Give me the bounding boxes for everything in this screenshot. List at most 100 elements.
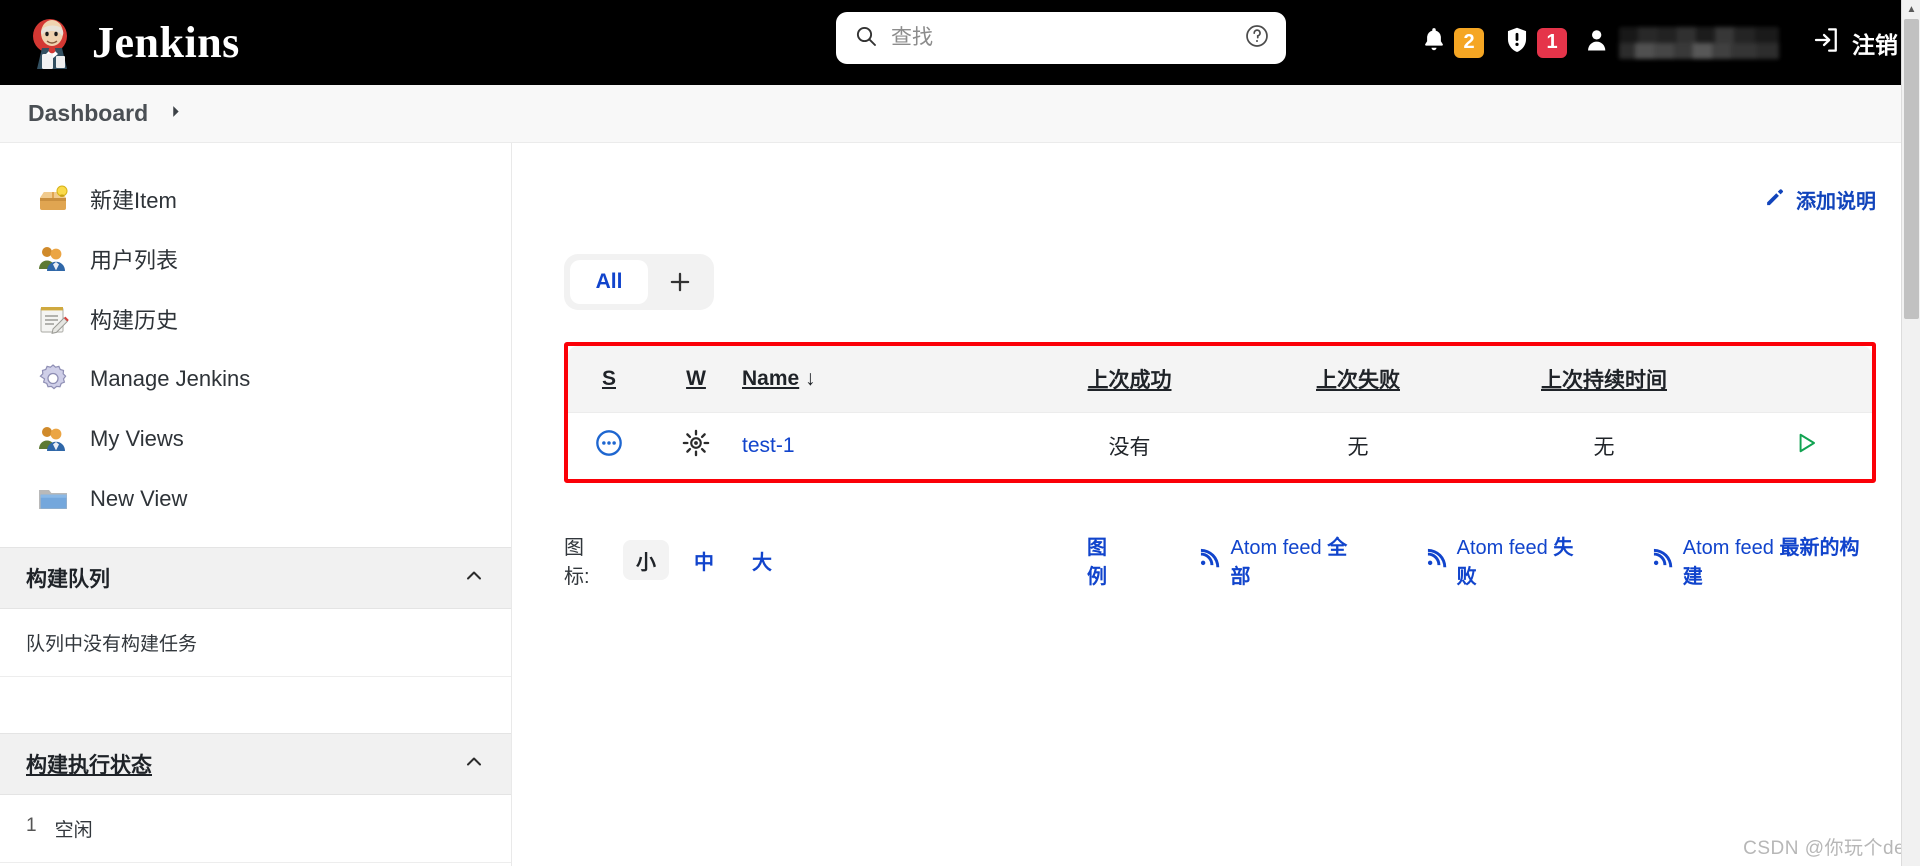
jobs-table: S W Name ↓ 上次成功 上次失败 上次持续时间 test-1 没有 无 …: [568, 346, 1872, 479]
user-avatar-icon: [1585, 26, 1613, 59]
weather-sunny-icon[interactable]: [682, 429, 710, 462]
table-header-row: S W Name ↓ 上次成功 上次失败 上次持续时间: [568, 346, 1872, 413]
job-name-link[interactable]: test-1: [742, 434, 795, 457]
notifications-button[interactable]: 2: [1411, 20, 1494, 65]
cell-last-duration: 无: [1593, 436, 1615, 459]
atom-feed-latest[interactable]: Atom feed 最新的构建: [1651, 531, 1876, 589]
sidebar-item-build-history[interactable]: 构建历史: [0, 289, 511, 349]
page-scrollbar[interactable]: ▲: [1901, 0, 1920, 866]
help-circle-icon[interactable]: [1244, 23, 1270, 54]
executor-status: 空闲: [54, 820, 93, 841]
build-executor-list: 1 空闲: [0, 795, 511, 863]
notifications-badge: 2: [1454, 27, 1484, 58]
col-last-success[interactable]: 上次成功: [1012, 346, 1247, 413]
add-description-label: 添加说明: [1796, 191, 1876, 213]
icon-size-small[interactable]: 小: [622, 540, 669, 580]
sidebar-item-label: New View: [90, 486, 188, 511]
chevron-right-icon[interactable]: [170, 105, 183, 122]
col-name-label[interactable]: Name: [742, 367, 799, 390]
rss-icon: [1651, 546, 1673, 574]
col-weather[interactable]: W: [650, 346, 742, 413]
sidebar-item-user-list[interactable]: 用户列表: [0, 229, 511, 289]
brand-title: Jenkins: [92, 17, 240, 67]
user-menu-button[interactable]: [1577, 26, 1787, 59]
sidebar-item-my-views[interactable]: My Views: [0, 409, 511, 469]
col-name[interactable]: Name ↓: [742, 346, 1012, 413]
pending-status-icon[interactable]: [595, 430, 623, 462]
people-icon: [36, 422, 70, 456]
table-row: test-1 没有 无 无: [568, 413, 1872, 480]
sort-indicator-icon: ↓: [805, 367, 816, 390]
gear-icon: [36, 362, 70, 396]
security-button[interactable]: 1: [1494, 20, 1577, 65]
table-footer: 图标: 小 中 大 图例 Atom feed 全部 Atom feed 失败 A…: [564, 531, 1876, 589]
rss-icon: [1425, 546, 1447, 574]
col-last-success-label[interactable]: 上次成功: [1088, 369, 1172, 392]
logout-button[interactable]: 注销: [1787, 25, 1898, 61]
sidebar-item-new-view[interactable]: New View: [0, 469, 511, 529]
add-view-button[interactable]: [652, 260, 708, 304]
sidebar-item-manage-jenkins[interactable]: Manage Jenkins: [0, 349, 511, 409]
search-icon: [854, 24, 878, 53]
bell-icon: [1421, 26, 1447, 59]
icon-size-large[interactable]: 大: [739, 540, 785, 580]
atom-feeds: Atom feed 全部 Atom feed 失败 Atom feed 最新的构…: [1198, 531, 1876, 589]
search-box[interactable]: [836, 12, 1286, 64]
app-header: Jenkins 2: [0, 0, 1920, 85]
scroll-up-arrow-icon[interactable]: ▲: [1902, 0, 1920, 19]
cell-actions[interactable]: [1739, 413, 1872, 480]
cell-name[interactable]: test-1: [742, 413, 1012, 480]
tab-all[interactable]: All: [570, 260, 648, 304]
col-last-failure[interactable]: 上次失败: [1247, 346, 1469, 413]
build-executor-title[interactable]: 构建执行状态: [26, 749, 152, 779]
atom-feed-all[interactable]: Atom feed 全部: [1198, 531, 1364, 589]
chevron-up-icon[interactable]: [463, 751, 485, 778]
cell-status[interactable]: [568, 413, 650, 480]
sidebar-item-label: 构建历史: [90, 308, 179, 333]
col-status[interactable]: S: [568, 346, 650, 413]
build-queue-title: 构建队列: [26, 568, 110, 591]
scrollbar-thumb[interactable]: [1904, 19, 1919, 319]
col-last-duration-label[interactable]: 上次持续时间: [1541, 369, 1667, 392]
build-queue-empty-text: 队列中没有构建任务: [0, 609, 511, 677]
logout-icon: [1811, 25, 1841, 61]
breadcrumb: Dashboard: [0, 85, 1920, 143]
sidebar-item-label: 用户列表: [90, 248, 179, 273]
add-description-button[interactable]: 添加说明: [1764, 185, 1876, 214]
jenkins-logo-link[interactable]: Jenkins: [28, 16, 240, 70]
col-weather-label[interactable]: W: [686, 367, 706, 390]
cell-last-failure: 无: [1347, 436, 1369, 459]
build-queue-header[interactable]: 构建队列: [0, 547, 511, 609]
rss-icon: [1198, 546, 1220, 574]
breadcrumb-item-dashboard[interactable]: Dashboard: [28, 100, 148, 127]
cell-weather[interactable]: [650, 413, 742, 480]
search-input[interactable]: [891, 26, 1231, 50]
notepad-pencil-icon: [36, 302, 70, 336]
pencil-icon: [1764, 186, 1786, 214]
col-status-label[interactable]: S: [602, 367, 616, 390]
legend-link[interactable]: 图例: [1087, 531, 1127, 589]
build-executor-header[interactable]: 构建执行状态: [0, 733, 511, 795]
sidebar-item-label: My Views: [90, 426, 184, 451]
executor-row: 1 空闲: [26, 815, 485, 842]
jenkins-butler-icon: [28, 16, 78, 70]
sidebar: 新建Item 用户列表 构建历史 Manage Jenkins My Views…: [0, 143, 512, 866]
chevron-up-icon[interactable]: [463, 565, 485, 592]
icon-size-medium[interactable]: 中: [681, 540, 727, 580]
atom-feed-failures[interactable]: Atom feed 失败: [1425, 531, 1591, 589]
shield-warning-icon: [1504, 26, 1530, 59]
watermark: CSDN @你玩个der: [1743, 838, 1912, 859]
play-build-icon[interactable]: [1793, 433, 1819, 461]
sidebar-item-new-item[interactable]: 新建Item: [0, 169, 511, 229]
header-actions: 2 1 注销: [1411, 20, 1898, 65]
logout-label: 注销: [1852, 31, 1898, 58]
main-toolbar: 添加说明: [564, 143, 1876, 214]
executor-number: 1: [26, 815, 37, 836]
atom-feed-failures-label: Atom feed 失败: [1456, 537, 1574, 588]
sidebar-item-label: Manage Jenkins: [90, 366, 251, 391]
jobs-table-body: test-1 没有 无 无: [568, 413, 1872, 480]
col-last-failure-label[interactable]: 上次失败: [1316, 369, 1400, 392]
col-actions: [1739, 346, 1872, 413]
col-last-duration[interactable]: 上次持续时间: [1469, 346, 1739, 413]
sidebar-nav: 新建Item 用户列表 构建历史 Manage Jenkins My Views…: [0, 143, 511, 547]
